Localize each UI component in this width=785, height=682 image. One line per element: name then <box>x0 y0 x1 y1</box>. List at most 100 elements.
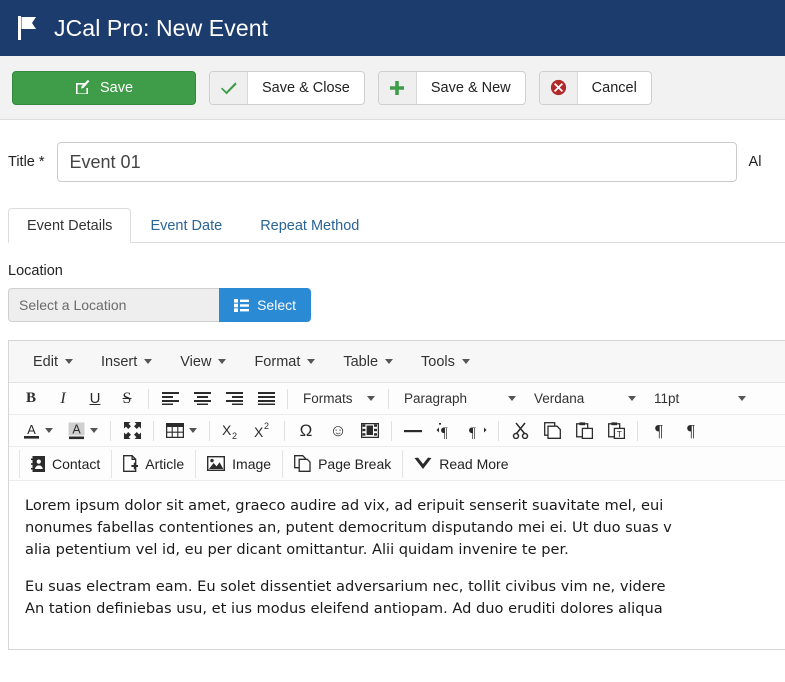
tab-repeat-method[interactable]: Repeat Method <box>241 208 378 243</box>
flag-icon <box>16 15 40 41</box>
font-size-dropdown[interactable]: 11pt <box>644 385 754 413</box>
page-title: JCal Pro: New Event <box>54 14 269 41</box>
paste-as-text-icon[interactable]: T <box>600 417 632 445</box>
visual-aid-icon[interactable]: ¶ <box>675 417 707 445</box>
svg-text:2: 2 <box>264 422 269 431</box>
special-character-icon[interactable]: Ω <box>290 417 322 445</box>
editor-xtd-toolbar: Contact Article Image Page Break Read Mo… <box>9 447 785 481</box>
editor-menubar: Edit Insert View Format Table Tools <box>9 341 785 383</box>
align-center-icon[interactable] <box>186 385 218 413</box>
location-select-button[interactable]: Select <box>219 288 311 322</box>
save-and-new-button[interactable]: Save & New <box>377 70 526 105</box>
insert-image-button[interactable]: Image <box>196 449 284 478</box>
image-icon <box>207 456 226 471</box>
content-line: nonumes fabellas contentiones an, putent… <box>25 519 672 537</box>
superscript-icon[interactable]: X 2 <box>247 417 279 445</box>
menu-format[interactable]: Format <box>242 349 327 375</box>
align-right-icon[interactable] <box>218 385 250 413</box>
list-icon <box>234 298 250 312</box>
location-label: Location <box>8 263 63 279</box>
align-justify-icon[interactable] <box>250 385 282 413</box>
strikethrough-icon[interactable]: S <box>111 385 143 413</box>
chevron-down-icon <box>218 359 227 364</box>
show-blocks-icon[interactable]: ¶ <box>643 417 675 445</box>
background-color-button[interactable]: A <box>60 417 105 445</box>
subscript-icon[interactable]: X 2 <box>215 417 247 445</box>
editor-toolbar-row-2: A A X 2 X 2 Ω ☺ ¶ ¶ T ¶ ¶ <box>9 415 785 447</box>
font-size-label: 11pt <box>654 391 680 406</box>
content-paragraph-1: Lorem ipsum dolor sit amet, graeco audir… <box>25 495 785 562</box>
font-family-dropdown[interactable]: Verdana <box>524 385 644 413</box>
text-color-icon[interactable]: A <box>15 417 47 445</box>
cancel-button[interactable]: Cancel <box>538 70 652 105</box>
insert-page-break-label: Page Break <box>318 455 392 472</box>
menu-edit-label: Edit <box>33 353 58 370</box>
insert-article-button[interactable]: Article <box>112 449 197 478</box>
bold-icon[interactable]: B <box>15 385 47 413</box>
insert-page-break-button[interactable]: Page Break <box>283 449 404 478</box>
action-toolbar: Save Save & Close Save & New Cancel <box>0 56 785 120</box>
menu-table-label: Table <box>343 353 379 370</box>
formats-dropdown[interactable]: Formats <box>293 385 383 413</box>
cut-icon[interactable] <box>504 417 536 445</box>
block-format-dropdown[interactable]: Paragraph <box>394 385 524 413</box>
toolbar-divider <box>153 420 154 441</box>
alias-label: Al <box>748 154 762 170</box>
underline-icon[interactable]: U <box>79 385 111 413</box>
block-format-label: Paragraph <box>404 391 468 406</box>
chevron-down-icon <box>144 359 153 364</box>
rich-text-editor: Edit Insert View Format Table Tools B I … <box>8 340 785 650</box>
tab-event-date[interactable]: Event Date <box>131 208 241 243</box>
horizontal-rule-icon[interactable] <box>397 417 429 445</box>
tab-event-details[interactable]: Event Details <box>8 208 132 243</box>
menu-edit[interactable]: Edit <box>21 349 85 375</box>
save-button[interactable]: Save <box>12 70 196 105</box>
chevron-down-icon <box>738 396 746 401</box>
toolbar-divider <box>284 420 285 441</box>
emoticon-icon[interactable]: ☺ <box>322 417 354 445</box>
menu-table[interactable]: Table <box>331 349 405 375</box>
chevron-down-icon <box>385 359 394 364</box>
chevron-down-icon[interactable] <box>90 428 98 433</box>
editor-content-area[interactable]: Lorem ipsum dolor sit amet, graeco audir… <box>9 481 785 649</box>
tab-bar: Event Details Event Date Repeat Method <box>8 203 785 243</box>
table-icon[interactable] <box>159 417 191 445</box>
align-left-icon[interactable] <box>154 385 186 413</box>
paste-icon[interactable] <box>568 417 600 445</box>
media-icon[interactable] <box>354 417 386 445</box>
font-family-label: Verdana <box>534 391 585 406</box>
insert-read-more-button[interactable]: Read More <box>403 450 519 478</box>
chevron-down-icon[interactable] <box>45 428 53 433</box>
italic-icon[interactable]: I <box>47 385 79 413</box>
location-input-group: Select <box>8 288 311 322</box>
menu-tools[interactable]: Tools <box>409 349 482 375</box>
fullscreen-icon[interactable] <box>116 417 148 445</box>
menu-view[interactable]: View <box>168 349 238 375</box>
menu-insert[interactable]: Insert <box>89 349 164 375</box>
save-and-close-button[interactable]: Save & Close <box>209 70 365 105</box>
svg-text:X: X <box>254 424 264 440</box>
title-input[interactable] <box>56 142 737 182</box>
rtl-icon[interactable]: ¶ <box>461 417 493 445</box>
ltr-icon[interactable]: ¶ <box>429 417 461 445</box>
chevron-down-icon <box>461 359 470 364</box>
cancel-label: Cancel <box>591 79 637 96</box>
insert-contact-button[interactable]: Contact <box>19 449 113 478</box>
svg-text:A: A <box>27 422 36 437</box>
text-color-button[interactable]: A <box>15 417 60 445</box>
menu-tools-label: Tools <box>421 353 455 370</box>
read-more-icon <box>414 457 432 470</box>
insert-image-label: Image <box>232 455 272 472</box>
copy-icon[interactable] <box>536 417 568 445</box>
background-color-icon[interactable]: A <box>60 417 92 445</box>
chevron-down-icon[interactable] <box>189 428 197 433</box>
content-line: alia petentium vel id, eu per dicant omi… <box>25 541 569 559</box>
save-button-label: Save <box>99 79 134 96</box>
title-label: Title * <box>8 154 45 170</box>
location-input[interactable] <box>8 288 220 322</box>
insert-article-label: Article <box>145 455 185 472</box>
svg-text:A: A <box>72 422 81 436</box>
chevron-down-icon <box>628 396 636 401</box>
table-button[interactable] <box>159 417 204 445</box>
menu-view-label: View <box>180 353 212 370</box>
